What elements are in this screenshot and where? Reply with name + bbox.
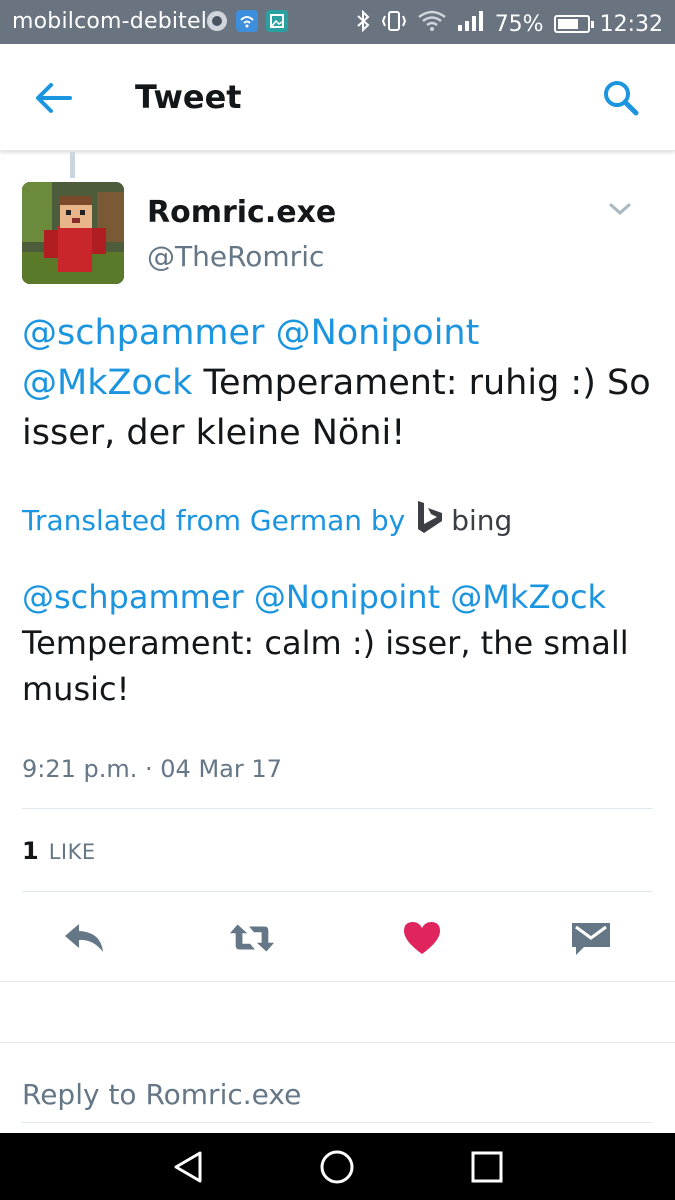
reply-icon[interactable] xyxy=(60,916,108,960)
like-count: 1 xyxy=(22,837,39,865)
signal-icon xyxy=(457,9,485,39)
translation-body: Temperament: calm :) isser, the small mu… xyxy=(22,624,629,708)
mention-link[interactable]: @Nonipoint xyxy=(254,578,440,616)
translated-from-label: Translated from German by xyxy=(22,504,406,537)
likes-stat[interactable]: 1 LIKE xyxy=(22,837,96,865)
divider xyxy=(22,891,653,892)
wifi-icon xyxy=(417,9,447,39)
translated-text: @schpammer @Nonipoint @MkZock Temperamen… xyxy=(22,574,652,712)
tweet-timestamp: 9:21 p.m. · 04 Mar 17 xyxy=(22,755,282,783)
home-nav-icon[interactable] xyxy=(317,1147,357,1187)
battery-icon xyxy=(553,15,594,33)
back-nav-icon[interactable] xyxy=(168,1147,208,1187)
divider xyxy=(0,981,675,982)
translation-attribution[interactable]: Translated from German by bing xyxy=(22,500,512,541)
app-bar: Tweet xyxy=(0,44,675,151)
avatar[interactable] xyxy=(22,182,124,284)
thread-connector xyxy=(70,152,75,178)
battery-percentage: 75% xyxy=(494,11,544,37)
page-title: Tweet xyxy=(135,78,242,116)
direct-message-icon[interactable] xyxy=(567,916,615,960)
vibrate-icon xyxy=(381,9,407,39)
bluetooth-icon xyxy=(355,9,371,39)
divider xyxy=(22,808,653,809)
mention-link[interactable]: @MkZock xyxy=(22,363,192,403)
author-name[interactable]: Romric.exe xyxy=(147,195,336,230)
retweet-icon[interactable] xyxy=(228,916,276,960)
gallery-notification-icon xyxy=(266,10,288,38)
author-handle[interactable]: @TheRomric xyxy=(147,240,324,273)
mention-link[interactable]: @MkZock xyxy=(450,578,606,616)
reply-input[interactable] xyxy=(22,1066,653,1123)
bing-logo-icon xyxy=(415,500,451,541)
wifi-notification-icon xyxy=(236,10,258,38)
translator-brand: bing xyxy=(451,504,513,537)
tweet-text: @schpammer @Nonipoint @MkZock Temperamen… xyxy=(22,308,652,458)
carrier-name: mobilcom-debitel xyxy=(12,9,208,34)
clock: 12:32 xyxy=(599,11,663,37)
recents-nav-icon[interactable] xyxy=(467,1147,507,1187)
mention-link[interactable]: @schpammer xyxy=(22,578,244,616)
like-label: LIKE xyxy=(48,840,96,864)
navigation-bar xyxy=(0,1133,675,1200)
status-bar: mobilcom-debitel 75% 12:32 xyxy=(0,0,675,44)
search-icon[interactable] xyxy=(601,78,641,118)
arrow-left-icon[interactable] xyxy=(34,80,74,116)
heart-icon[interactable] xyxy=(398,916,446,960)
chevron-down-icon[interactable] xyxy=(607,198,633,220)
mention-link[interactable]: @schpammer xyxy=(22,313,264,353)
app-notification-icon xyxy=(206,10,228,38)
mention-link[interactable]: @Nonipoint xyxy=(276,313,480,353)
divider xyxy=(0,1042,675,1043)
